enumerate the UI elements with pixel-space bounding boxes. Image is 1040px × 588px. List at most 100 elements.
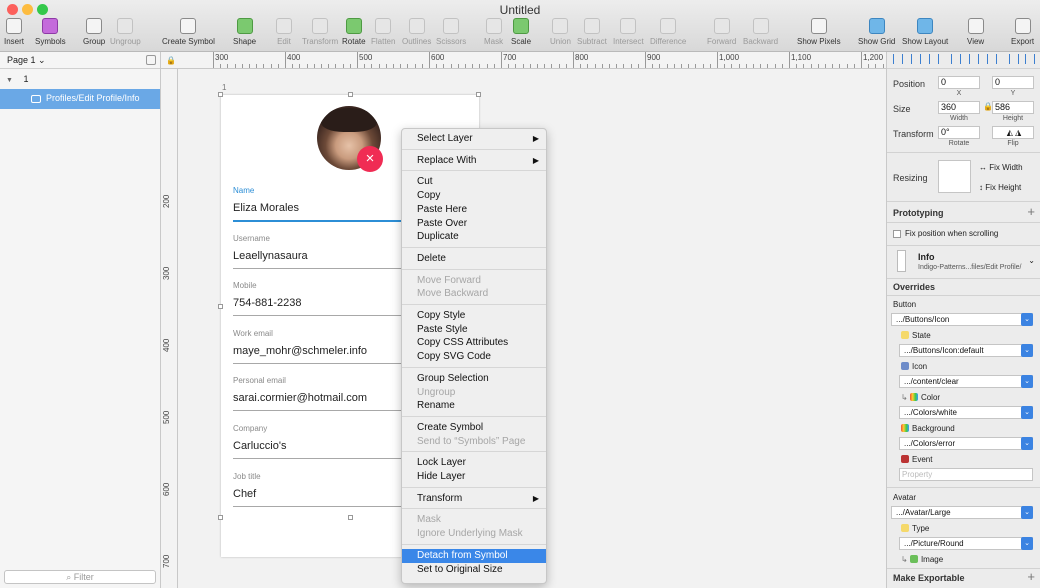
menu-item-create-symbol[interactable]: Create Symbol [402, 421, 546, 435]
menu-item-label: Mask [417, 514, 441, 526]
selection-handle[interactable] [348, 515, 353, 520]
menu-item-paste-style[interactable]: Paste Style [402, 323, 546, 337]
icon-override-select[interactable]: .../content/clear ⌄ [899, 375, 1033, 388]
selection-handle[interactable] [218, 304, 223, 309]
outlines-tool-button[interactable]: Outlines [402, 18, 431, 46]
menu-item-duplicate[interactable]: Duplicate [402, 230, 546, 244]
menu-item-replace-with[interactable]: Replace With ▶ [402, 154, 546, 168]
subtract-tool-button[interactable]: Subtract [577, 18, 607, 46]
group-tool-button[interactable]: Group [83, 18, 105, 46]
job-title-value[interactable]: Chef [233, 488, 256, 500]
width-field[interactable]: 360 [938, 101, 980, 114]
flip-buttons[interactable]: ◭ ◮ [992, 126, 1034, 139]
selection-handle[interactable] [476, 92, 481, 97]
menu-item-paste-here[interactable]: Paste Here [402, 203, 546, 217]
menu-item-transform[interactable]: Transform ▶ [402, 492, 546, 506]
y-field[interactable]: 0 [992, 76, 1034, 89]
selection-handle[interactable] [218, 92, 223, 97]
state-override-select[interactable]: .../Buttons/Icon:default ⌄ [899, 344, 1033, 357]
distribute-vertical-icon[interactable] [1025, 54, 1035, 64]
add-export-icon[interactable]: + [1027, 569, 1035, 584]
flip-horizontal-icon[interactable]: ◭ ◮ [1007, 128, 1022, 137]
pages-toggle-icon[interactable] [146, 55, 156, 65]
event-property-input[interactable]: Property [899, 468, 1033, 481]
menu-item-select-layer[interactable]: Select Layer ▶ [402, 132, 546, 146]
horizontal-ruler[interactable]: 🔒 300 400 500 600 700 800 900 1,000 1,100 1,200 [161, 52, 886, 69]
company-value[interactable]: Carluccio's [233, 440, 286, 452]
clear-icon-button[interactable]: × [357, 146, 383, 172]
align-bottom-icon[interactable] [987, 54, 997, 64]
flatten-tool-button[interactable]: Flatten [371, 18, 395, 46]
union-tool-button[interactable]: Union [550, 18, 571, 46]
layer-profiles-edit-profile-info[interactable]: Profiles/Edit Profile/Info [0, 89, 160, 109]
create-symbol-tool-button[interactable]: Create Symbol [162, 18, 215, 46]
view-tool-button[interactable]: View [967, 18, 984, 46]
menu-item-copy-svg-code[interactable]: Copy SVG Code [402, 350, 546, 364]
ungroup-tool-button[interactable]: Ungroup [110, 18, 141, 46]
background-override-select[interactable]: .../Colors/error ⌄ [899, 437, 1033, 450]
forward-tool-button[interactable]: Forward [707, 18, 736, 46]
vertical-ruler[interactable]: 200 300 400 500 600 700 [161, 69, 178, 588]
mask-tool-button[interactable]: Mask [484, 18, 503, 46]
shape-tool-button[interactable]: Shape [233, 18, 256, 46]
selection-handle[interactable] [348, 92, 353, 97]
make-exportable-header[interactable]: Make Exportable [893, 573, 965, 583]
menu-item-detach-from-symbol[interactable]: Detach from Symbol [402, 548, 546, 563]
x-field[interactable]: 0 [938, 76, 980, 89]
fix-height-toggle[interactable]: ↕ Fix Height [979, 183, 1021, 192]
disclosure-triangle-icon[interactable]: ▼ [6, 77, 13, 84]
layer-filter-input[interactable]: ⌕ Filter [4, 570, 156, 584]
avatar-override-select[interactable]: .../Avatar/Large ⌄ [891, 506, 1033, 519]
page-selector[interactable]: Page 1 ⌄ [0, 52, 160, 69]
color-override-select[interactable]: .../Colors/white ⌄ [899, 406, 1033, 419]
align-left-icon[interactable] [893, 54, 903, 64]
menu-item-copy-css-attributes[interactable]: Copy CSS Attributes [402, 336, 546, 350]
menu-item-copy-style[interactable]: Copy Style [402, 309, 546, 323]
align-middle-icon[interactable] [969, 54, 979, 64]
show-layout-tool-button[interactable]: Show Layout [902, 18, 948, 46]
personal-email-value[interactable]: sarai.cormier@hotmail.com [233, 392, 367, 404]
menu-item-delete[interactable]: Delete [402, 252, 546, 266]
align-center-icon[interactable] [911, 54, 921, 64]
menu-item-lock-layer[interactable]: Lock Layer [402, 456, 546, 470]
height-field[interactable]: 586 [992, 101, 1034, 114]
resizing-control[interactable] [938, 160, 971, 193]
fix-position-checkbox[interactable] [893, 230, 901, 238]
button-override-select[interactable]: .../Buttons/Icon ⌄ [891, 313, 1033, 326]
menu-item-set-to-original-size[interactable]: Set to Original Size [402, 563, 546, 577]
ruler-lock-icon[interactable]: 🔒 [166, 56, 176, 65]
backward-tool-button[interactable]: Backward [743, 18, 778, 46]
symbols-tool-button[interactable]: Symbols [35, 18, 66, 46]
menu-item-hide-layer[interactable]: Hide Layer [402, 470, 546, 484]
menu-item-copy[interactable]: Copy [402, 189, 546, 203]
export-tool-button[interactable]: Export [1011, 18, 1034, 46]
edit-tool-button[interactable]: Edit [276, 18, 292, 46]
menu-item-rename[interactable]: Rename [402, 399, 546, 413]
menu-item-cut[interactable]: Cut [402, 175, 546, 189]
name-value[interactable]: Eliza Morales [233, 202, 299, 214]
menu-item-paste-over[interactable]: Paste Over [402, 217, 546, 231]
type-override-select[interactable]: .../Picture/Round ⌄ [899, 537, 1033, 550]
align-top-icon[interactable] [951, 54, 961, 64]
transform-tool-button[interactable]: Transform [302, 18, 338, 46]
add-prototype-icon[interactable]: + [1027, 204, 1035, 219]
align-right-icon[interactable] [929, 54, 939, 64]
scissors-tool-button[interactable]: Scissors [436, 18, 466, 46]
chevron-down-icon[interactable]: ⌄ [1028, 256, 1035, 265]
username-value[interactable]: Leaellynasaura [233, 250, 308, 262]
intersect-tool-button[interactable]: Intersect [613, 18, 644, 46]
show-pixels-tool-button[interactable]: Show Pixels [797, 18, 841, 46]
selection-handle[interactable] [218, 515, 223, 520]
rotate-tool-button[interactable]: Rotate [342, 18, 366, 46]
scale-tool-button[interactable]: Scale [511, 18, 531, 46]
distribute-horizontal-icon[interactable] [1009, 54, 1019, 64]
artboard-row[interactable]: ▼ 1 [0, 73, 160, 87]
fix-width-toggle[interactable]: ↔ Fix Width [979, 163, 1023, 172]
show-grid-tool-button[interactable]: Show Grid [858, 18, 895, 46]
rotate-field[interactable]: 0° [938, 126, 980, 139]
mobile-value[interactable]: 754-881-2238 [233, 297, 302, 309]
insert-tool-button[interactable]: Insert [4, 18, 24, 46]
work-email-value[interactable]: maye_mohr@schmeler.info [233, 345, 367, 357]
difference-tool-button[interactable]: Difference [650, 18, 686, 46]
menu-item-group-selection[interactable]: Group Selection [402, 372, 546, 386]
